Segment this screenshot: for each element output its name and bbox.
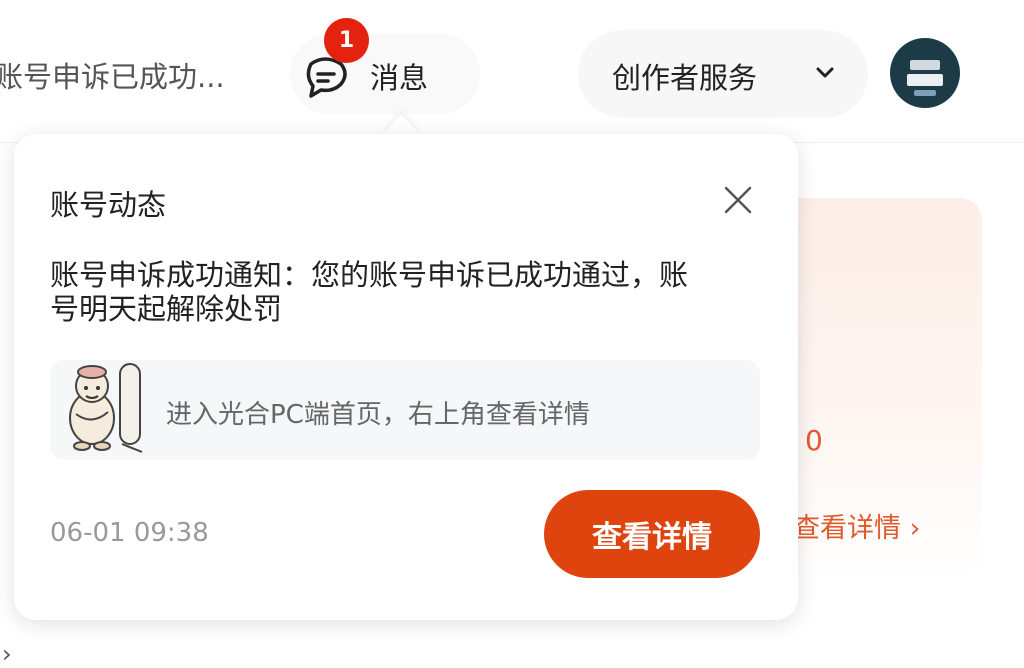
notification-time: 06-01 09:38 [50, 518, 209, 548]
top-navigation-bar: 账号申诉已成功... 1 消息 创作者服务 [0, 0, 1024, 143]
creator-service-label[interactable]: 创作者服务 [612, 55, 757, 97]
chevron-right-icon[interactable]: › [2, 640, 12, 668]
latest-notice-text[interactable]: 账号申诉已成功... [0, 54, 225, 96]
mascot-mirror-illustration [69, 363, 143, 453]
view-details-button[interactable]: 查看详情 [544, 490, 760, 578]
hint-box: 进入光合PC端首页，右上角查看详情 [50, 360, 760, 460]
background-view-details-link[interactable]: 查看详情 › [793, 506, 920, 545]
account-activity-popup: 账号动态 账号申诉成功通知：您的账号申诉已成功通过，账号明天起解除处罚 进入光合… [14, 134, 798, 620]
messages-label[interactable]: 消息 [370, 55, 428, 97]
avatar[interactable] [890, 38, 960, 108]
unread-count-badge: 1 [324, 18, 369, 63]
chevron-down-icon[interactable] [815, 66, 835, 80]
popup-title: 账号动态 [50, 188, 167, 222]
background-stat-value: 0 [805, 424, 823, 457]
hint-text: 进入光合PC端首页，右上角查看详情 [166, 400, 590, 430]
close-icon[interactable] [722, 184, 754, 216]
notification-message: 账号申诉成功通知：您的账号申诉已成功通过，账号明天起解除处罚 [50, 258, 689, 326]
